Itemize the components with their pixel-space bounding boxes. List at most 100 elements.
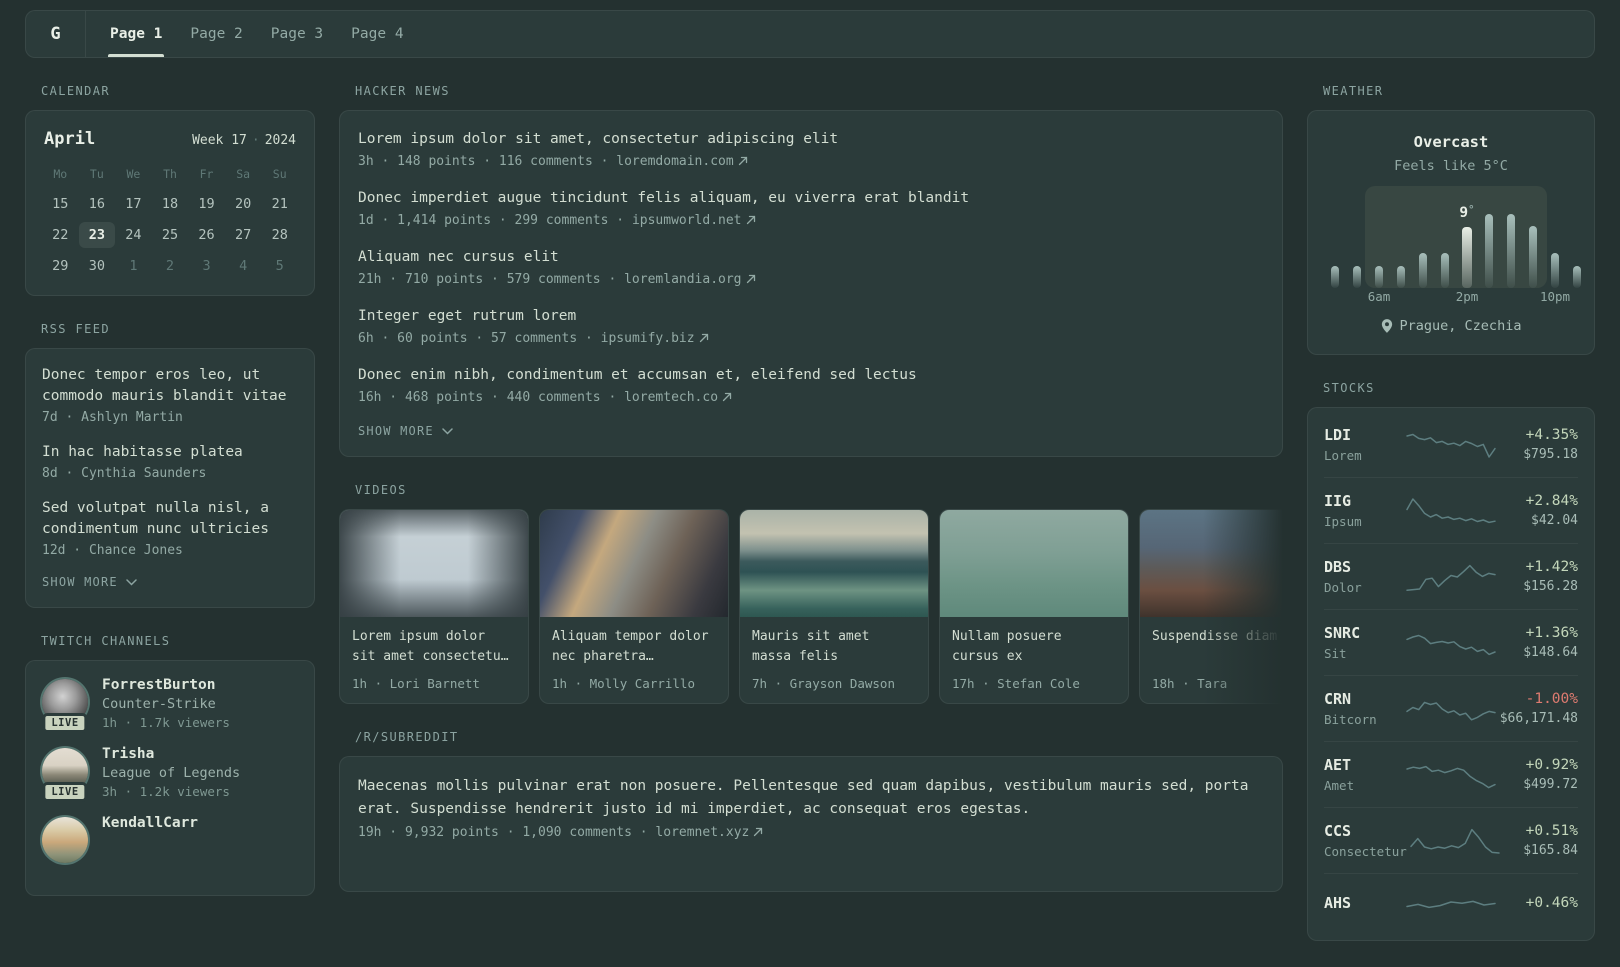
- hn-item-title[interactable]: Donec enim nibh, condimentum et accumsan…: [358, 365, 1264, 386]
- stock-symbol: IIG: [1324, 492, 1352, 510]
- twitch-channel-name[interactable]: KendallCarr: [102, 815, 198, 831]
- external-link-icon: [738, 156, 747, 166]
- stocks-card: LDI Lorem +4.35% $795.18 IIG Ipsum +2.84% $4…: [1307, 407, 1595, 941]
- video-title[interactable]: Aliquam tempor dolor nec pharetra…: [552, 627, 716, 667]
- video-card[interactable]: Mauris sit amet massa felis 7h · Grayson…: [739, 509, 929, 705]
- calendar-day: 18: [161, 196, 179, 212]
- stock-values: -1.00% $66,171.48: [1499, 691, 1578, 726]
- video-card-body: Suspendisse diam 18h · Tara: [1140, 617, 1283, 703]
- rss-item-title[interactable]: In hac habitasse platea: [42, 442, 298, 463]
- hn-item-domain-link[interactable]: loremlandia.org: [624, 272, 741, 287]
- stock-row[interactable]: DBS Dolor +1.42% $156.28: [1324, 544, 1578, 610]
- hn-item-title[interactable]: Aliquam nec cursus elit: [358, 247, 1264, 268]
- weather-bar: [1551, 253, 1559, 288]
- twitch-channel-info: Trisha League of Legends 3h · 1.2k viewe…: [102, 746, 240, 799]
- hn-item-stats: 16h · 468 points · 440 comments ·: [358, 390, 625, 406]
- external-link-icon: [722, 392, 732, 402]
- weekday-label: Th: [163, 167, 177, 181]
- stock-row[interactable]: CCS Consectetur +0.51% $165.84: [1324, 808, 1578, 874]
- tab-page-4[interactable]: Page 4: [337, 11, 417, 57]
- calendar-day: 24: [125, 227, 142, 243]
- video-card[interactable]: Nullam posuere cursus ex 17h · Stefan Co…: [939, 509, 1129, 705]
- twitch-channel-name[interactable]: Trisha: [102, 746, 240, 762]
- twitch-channel-row[interactable]: KendallCarr: [42, 815, 298, 864]
- twitch-channel-info: ForrestBurton Counter-Strike 1h · 1.7k v…: [102, 677, 230, 730]
- video-meta: 18h · Tara: [1152, 676, 1228, 692]
- hn-item-title[interactable]: Lorem ipsum dolor sit amet, consectetur …: [358, 129, 1264, 150]
- hn-item-domain-link[interactable]: loremdomain.com: [616, 154, 733, 169]
- hn-item-title[interactable]: Donec imperdiet augue tincidunt felis al…: [358, 188, 1264, 209]
- subreddit-post-title[interactable]: Maecenas mollis pulvinar erat non posuer…: [358, 775, 1264, 820]
- weather-bar: [1441, 253, 1449, 288]
- stocks-widget-label: STOCKS: [1323, 381, 1375, 395]
- twitch-channel-row[interactable]: LIVE Trisha League of Legends 3h · 1.2k …: [42, 746, 298, 803]
- stock-id: DBS Dolor: [1324, 558, 1403, 595]
- rss-card: Donec tempor eros leo, ut commodo mauris…: [25, 348, 315, 609]
- hn-item-meta: 6h · 60 points · 57 comments · ipsumify.…: [358, 331, 1264, 346]
- stock-id: CRN Bitcorn: [1324, 690, 1403, 727]
- rss-item-meta: 12d · Chance Jones: [42, 543, 183, 559]
- tab-page-1[interactable]: Page 1: [96, 11, 176, 57]
- chevron-down-icon: [126, 578, 137, 586]
- hn-item-domain-link[interactable]: loremtech.co: [624, 390, 718, 405]
- video-card[interactable]: Aliquam tempor dolor nec pharetra… 1h · …: [539, 509, 729, 705]
- calendar-day: 19: [198, 196, 215, 212]
- calendar-day: 26: [198, 227, 215, 243]
- video-title[interactable]: Mauris sit amet massa felis: [752, 627, 916, 667]
- video-title[interactable]: Lorem ipsum dolor sit amet consectetu…: [352, 627, 516, 667]
- rss-item-title[interactable]: Sed volutpat nulla nisl, a condimentum n…: [42, 498, 298, 540]
- stock-price: $165.84: [1523, 843, 1578, 858]
- hn-item-title[interactable]: Integer eget rutrum lorem: [358, 306, 1264, 327]
- stock-sparkline: [1406, 497, 1496, 523]
- stock-row[interactable]: LDI Lorem +4.35% $795.18: [1324, 412, 1578, 478]
- subreddit-post-domain-link[interactable]: loremnet.xyz: [655, 825, 749, 840]
- weather-location: Prague, Czechia: [1324, 318, 1578, 334]
- weekday-label: Mo: [53, 167, 68, 181]
- stock-sparkline: [1406, 433, 1496, 458]
- stock-values: +0.51% $165.84: [1503, 823, 1578, 858]
- middle-column: HACKER NEWS Lorem ipsum dolor sit amet, …: [339, 84, 1283, 967]
- subreddit-post: Maecenas mollis pulvinar erat non posuer…: [358, 775, 1264, 840]
- twitch-avatar-wrap: LIVE: [42, 679, 88, 734]
- external-link-icon: [746, 274, 755, 284]
- calendar-day: 29: [52, 258, 69, 274]
- video-card[interactable]: Suspendisse diam 18h · Tara: [1139, 509, 1283, 705]
- calendar-day: 5: [275, 258, 284, 274]
- calendar-day-selected: 23: [78, 222, 116, 248]
- stock-symbol: DBS: [1324, 558, 1352, 576]
- twitch-channel-name[interactable]: ForrestBurton: [102, 677, 230, 693]
- stock-row[interactable]: AHS +0.46%: [1324, 874, 1578, 936]
- show-more-label: SHOW MORE: [42, 575, 118, 590]
- hn-item-domain-link[interactable]: ipsumify.biz: [601, 331, 695, 346]
- twitch-channel-row[interactable]: LIVE ForrestBurton Counter-Strike 1h · 1…: [42, 677, 298, 734]
- weekday-label: Su: [272, 167, 287, 181]
- rss-show-more-button[interactable]: SHOW MORE: [42, 575, 298, 589]
- video-card-body: Aliquam tempor dolor nec pharetra… 1h · …: [540, 617, 728, 703]
- rss-item: In hac habitasse platea 8d · Cynthia Sau…: [42, 442, 298, 481]
- weather-widget-label: WEATHER: [1323, 84, 1384, 98]
- hn-item-domain-link[interactable]: ipsumworld.net: [632, 213, 742, 228]
- app-logo[interactable]: G: [26, 11, 86, 57]
- hackernews-widget-label: HACKER NEWS: [355, 84, 450, 98]
- hn-item: Integer eget rutrum lorem 6h · 60 points…: [358, 306, 1264, 346]
- stock-row[interactable]: SNRC Sit +1.36% $148.64: [1324, 610, 1578, 676]
- twitch-channel-meta: 1h · 1.7k viewers: [102, 715, 230, 731]
- show-more-label: SHOW MORE: [358, 424, 434, 439]
- rss-item-title[interactable]: Donec tempor eros leo, ut commodo mauris…: [42, 365, 298, 407]
- video-title[interactable]: Suspendisse diam: [1152, 627, 1283, 667]
- stock-sparkline: [1406, 900, 1496, 909]
- tab-page-2[interactable]: Page 2: [176, 11, 256, 57]
- video-card[interactable]: Lorem ipsum dolor sit amet consectetu… 1…: [339, 509, 529, 705]
- hn-item-stats: 3h · 148 points · 116 comments ·: [358, 154, 617, 170]
- video-title[interactable]: Nullam posuere cursus ex: [952, 627, 1116, 667]
- stock-row[interactable]: CRN Bitcorn -1.00% $66,171.48: [1324, 676, 1578, 742]
- weather-bar: [1397, 266, 1405, 288]
- hn-item-meta: 21h · 710 points · 579 comments · loreml…: [358, 272, 1264, 287]
- stock-row[interactable]: AET Amet +0.92% $499.72: [1324, 742, 1578, 808]
- stock-row[interactable]: IIG Ipsum +2.84% $42.04: [1324, 478, 1578, 544]
- tab-page-3[interactable]: Page 3: [257, 11, 337, 57]
- hn-show-more-button[interactable]: SHOW MORE: [358, 424, 1264, 438]
- video-carousel: Lorem ipsum dolor sit amet consectetu… 1…: [339, 509, 1283, 705]
- stock-change: +1.42%: [1525, 559, 1578, 575]
- weekday-label: We: [126, 167, 141, 181]
